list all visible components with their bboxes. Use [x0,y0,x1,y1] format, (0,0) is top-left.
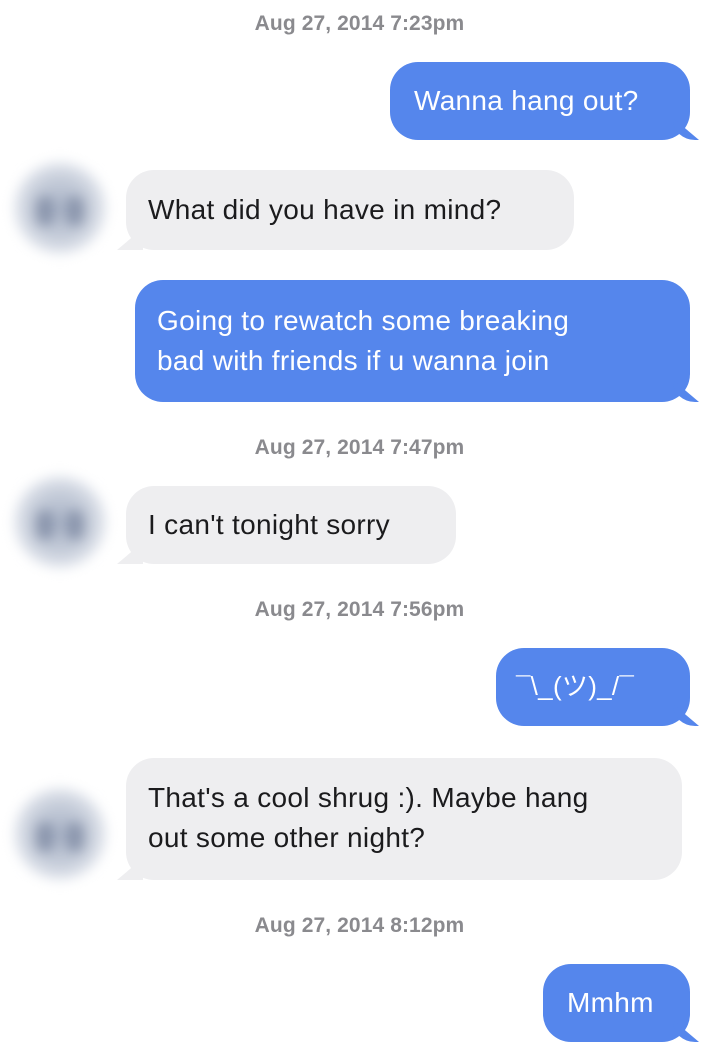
message-text: Wanna hang out? [414,85,639,116]
message-text: I can't tonight sorry [148,509,390,540]
contact-avatar [14,788,106,880]
contact-avatar [14,162,106,254]
message-text: ¯\_(ツ)_/¯ [516,671,635,701]
timestamp: Aug 27, 2014 8:12pm [254,914,465,937]
timestamp: Aug 27, 2014 7:23pm [254,12,465,35]
message-text: Mmhm [567,987,654,1018]
message-text-line: bad with friends if u wanna join [157,345,550,376]
received-message[interactable]: What did you have in mind? [126,170,574,250]
timestamp: Aug 27, 2014 7:47pm [254,436,465,459]
received-message[interactable]: That's a cool shrug :). Maybe hang out s… [126,758,682,880]
contact-avatar [14,476,106,568]
message-text-line: That's a cool shrug :). Maybe hang [148,782,589,813]
sent-message[interactable]: Going to rewatch some breaking bad with … [135,280,690,402]
sent-message[interactable]: ¯\_(ツ)_/¯ [496,648,690,726]
received-message[interactable]: I can't tonight sorry [126,486,456,564]
timestamp: Aug 27, 2014 7:56pm [254,598,465,621]
sent-message[interactable]: Mmhm [543,964,690,1042]
message-text-line: Going to rewatch some breaking [157,305,570,336]
message-text-line: out some other night? [148,822,426,853]
message-text: What did you have in mind? [148,194,502,225]
sent-message[interactable]: Wanna hang out? [390,62,690,140]
